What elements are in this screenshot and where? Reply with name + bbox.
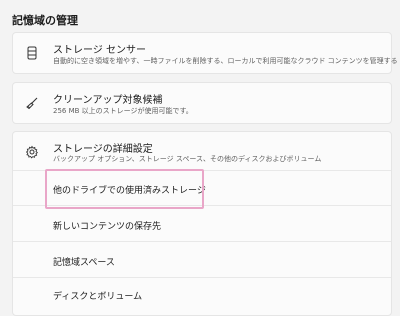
advanced-storage-header[interactable]: ストレージの詳細設定 バックアップ オプション、ストレージ スペース、その他のデ…	[13, 132, 391, 170]
sub-item-label: ディスクとボリューム	[53, 292, 143, 302]
storage-sense-card[interactable]: ストレージ センサー 自動的に空き領域を増やす、一時ファイルを削除する、ローカル…	[12, 32, 398, 74]
cleanup-description: 256 MB 以上のストレージが使用可能です。	[53, 107, 193, 115]
advanced-storage-description: バックアップ オプション、ストレージ スペース、その他のディスクおよびボリューム	[53, 155, 322, 163]
section-title: 記憶域の管理	[12, 14, 78, 27]
cleanup-card[interactable]: クリーンアップ対象候補 256 MB 以上のストレージが使用可能です。	[12, 82, 392, 124]
broom-icon	[26, 97, 38, 110]
gear-icon	[25, 145, 38, 159]
storage-drive-icon	[27, 46, 37, 60]
advanced-storage-card: ストレージの詳細設定 バックアップ オプション、ストレージ スペース、その他のデ…	[12, 131, 392, 316]
storage-sense-title: ストレージ センサー	[53, 45, 146, 56]
sub-item-disks-volumes[interactable]: ディスクとボリューム	[13, 278, 391, 316]
sub-item-storage-spaces[interactable]: 記憶域スペース	[13, 242, 391, 277]
sub-item-label: 記憶域スペース	[53, 258, 115, 268]
highlight-box	[45, 169, 204, 209]
sub-item-save-location[interactable]: 新しいコンテンツの保存先	[13, 206, 391, 241]
sub-item-label: 新しいコンテンツの保存先	[53, 222, 162, 232]
storage-sense-description: 自動的に空き領域を増やす、一時ファイルを削除する、ローカルで利用可能なクラウド …	[53, 57, 398, 65]
cleanup-title: クリーンアップ対象候補	[53, 95, 163, 106]
advanced-storage-title: ストレージの詳細設定	[53, 144, 153, 155]
